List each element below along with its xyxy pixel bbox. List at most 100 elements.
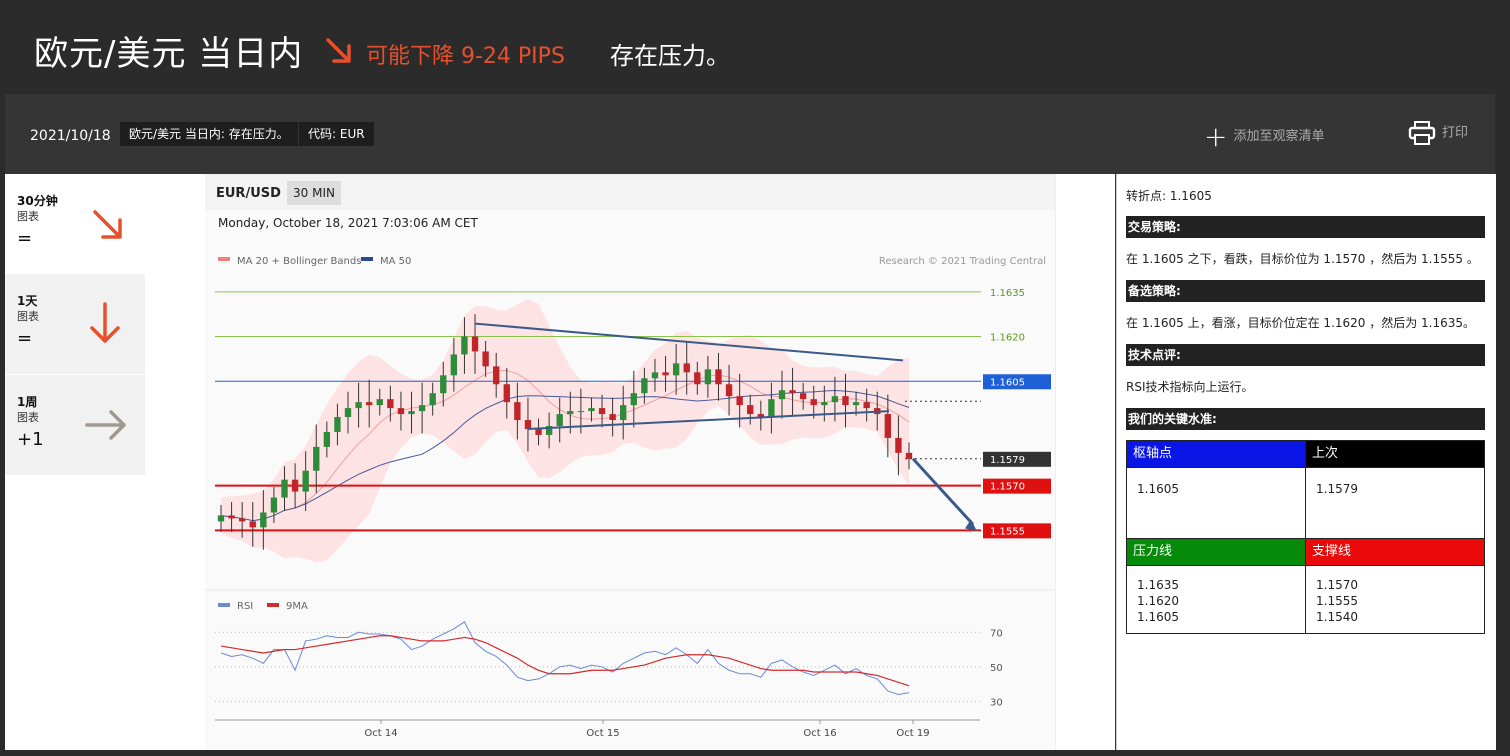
print-button[interactable]: 打印 — [1408, 120, 1468, 146]
arrow-right-icon — [85, 410, 126, 440]
candle-body — [747, 405, 754, 415]
support-header: 支撑线 — [1306, 539, 1484, 565]
x-tick-label: Oct 14 — [364, 728, 397, 739]
candle-body — [842, 396, 849, 406]
timeframe-symbol: = — [17, 328, 33, 349]
candle-body — [694, 372, 701, 385]
candle-body — [387, 399, 394, 409]
candle-body — [355, 402, 362, 409]
candle-body — [588, 408, 595, 412]
last-header: 上次 — [1306, 441, 1484, 467]
candle-body — [641, 378, 648, 394]
candle-body — [482, 351, 489, 367]
candle-body — [736, 396, 743, 406]
chart-pair: EUR/USD — [216, 186, 281, 201]
candle-body — [609, 414, 616, 421]
legend-ma20: MA 20 + Bollinger Bands — [237, 256, 361, 267]
forecast-arrow — [911, 457, 975, 526]
resistance-header: 压力线 — [1127, 539, 1305, 565]
support-value: 1.1570 — [1316, 578, 1358, 592]
candle-body — [281, 479, 288, 498]
comment-heading: 技术点评: — [1126, 344, 1485, 366]
timeframe-name: 30分钟 — [17, 194, 58, 208]
candle-body — [799, 393, 807, 400]
candle-body — [535, 428, 542, 435]
level-label: 1.1635 — [990, 288, 1025, 299]
candle-body — [567, 411, 574, 415]
bollinger-band — [221, 299, 909, 563]
candle-body — [334, 417, 341, 432]
price-chart: MA 20 + Bollinger Bands MA 50 Research ©… — [205, 256, 1055, 739]
candle-body — [366, 402, 373, 406]
forecast-text: 可能下降 9-24 PIPS — [366, 44, 565, 69]
candle-body — [270, 497, 278, 513]
report-date: 2021/10/18 — [30, 128, 111, 144]
timeframe-1day[interactable]: 1天 图表 = — [5, 274, 145, 374]
candle-body — [831, 396, 839, 403]
candle-body — [863, 402, 870, 409]
last-value: 1.1579 — [1316, 482, 1358, 496]
candle-body — [493, 366, 500, 385]
pivot-value: 1.1605 — [1137, 482, 1179, 496]
rsi-level-label: 30 — [990, 697, 1003, 708]
candle-body — [556, 414, 563, 426]
x-tick-label: Oct 19 — [896, 728, 929, 739]
bollinger-bands — [221, 299, 909, 563]
support-value: 1.1540 — [1316, 610, 1358, 624]
strategy-heading: 交易策略: — [1126, 216, 1485, 238]
support-value: 1.1555 — [1316, 594, 1358, 608]
candle-body — [260, 512, 267, 528]
candle-body — [217, 515, 225, 522]
timeframe-sub: 图表 — [17, 310, 39, 323]
candle-body — [408, 411, 415, 415]
level-label: 1.1570 — [990, 482, 1025, 493]
chart-timestamp: Monday, October 18, 2021 7:03:06 AM CET — [218, 216, 478, 230]
candle-body — [450, 354, 458, 376]
level-label: 1.1579 — [990, 455, 1025, 466]
candle-body — [884, 414, 892, 438]
plus-icon: + — [1204, 120, 1228, 153]
rsi-legend: RSI 9MA — [218, 601, 308, 612]
timeframe-1week[interactable]: 1周 图表 +1 — [5, 375, 145, 475]
candle-body — [704, 369, 712, 385]
candle-body — [440, 375, 447, 394]
timeframe-symbol: = — [17, 228, 33, 249]
candle-body — [313, 446, 320, 471]
chart-timeframe: 30 MIN — [287, 181, 341, 205]
level-label: 1.1555 — [990, 526, 1025, 537]
x-tick-label: Oct 15 — [586, 728, 619, 739]
key-levels-table: 枢轴点 上次 1.1605 1.1579 压力线 支撑线 1.1635 1.16… — [1126, 440, 1485, 634]
timeframe-sub: 图表 — [17, 411, 39, 424]
candle-body — [397, 408, 405, 415]
candle-body — [238, 518, 246, 522]
candle-body — [598, 408, 606, 415]
support-values: 1.1570 1.1555 1.1540 — [1316, 577, 1358, 625]
printer-icon — [1408, 121, 1436, 145]
timeframe-name: 1天 — [17, 294, 38, 308]
alternative-heading: 备选策略: — [1126, 280, 1485, 302]
candle-body — [376, 399, 383, 406]
level-label: 1.1605 — [990, 377, 1025, 388]
candle-body — [821, 402, 828, 406]
chart-credit: Research © 2021 Trading Central — [879, 256, 1046, 267]
arrow-down-icon — [90, 302, 120, 343]
add-watchlist-button[interactable]: + 添加至观察清单 — [1204, 120, 1324, 153]
key-levels-heading: 我们的关键水准: — [1126, 408, 1485, 430]
candle-body — [577, 411, 585, 413]
comment-text: RSI技术指标向上运行。 — [1126, 380, 1254, 394]
level-label: 1.1620 — [990, 333, 1025, 344]
candle-body — [662, 372, 669, 376]
timeframe-30min[interactable]: 30分钟 图表 = — [5, 174, 145, 274]
pivot-point-text: 转折点: 1.1605 — [1126, 189, 1212, 203]
page-title: 欧元/美元 当日内 — [34, 34, 304, 74]
timeframe-panel: 30分钟 图表 = 1天 图表 = 1周 图表 +1 — [5, 174, 205, 750]
chart-legend: MA 20 + Bollinger Bands MA 50 Research ©… — [218, 256, 1046, 267]
candle-body — [683, 363, 690, 373]
candle-body — [514, 402, 521, 421]
candle-body — [503, 384, 510, 403]
table-divider — [1127, 538, 1484, 539]
candle-body — [852, 402, 860, 406]
resistance-value: 1.1635 — [1137, 578, 1179, 592]
candle-body — [725, 384, 733, 397]
candle-body — [291, 479, 299, 492]
